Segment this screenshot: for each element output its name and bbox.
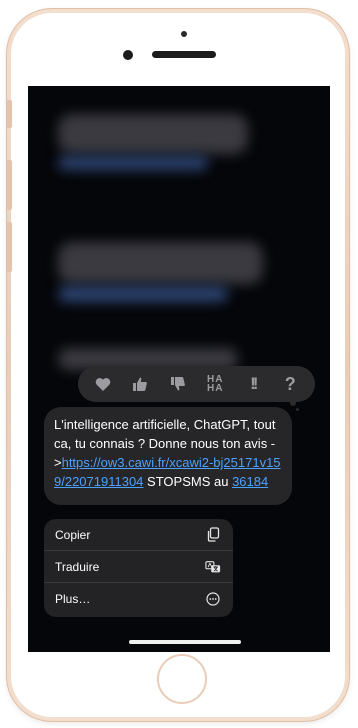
blurred-message [58, 156, 208, 170]
volume-up-button [7, 160, 12, 210]
message-text-stop: STOPSMS au [143, 474, 233, 489]
heart-icon[interactable] [90, 371, 116, 397]
menu-item-label: Traduire [55, 559, 100, 574]
menu-item-translate[interactable]: Traduire [44, 551, 233, 583]
blurred-message [58, 286, 228, 302]
menu-item-label: Plus… [55, 592, 91, 606]
home-indicator[interactable] [129, 640, 241, 644]
tapback-tail [290, 400, 296, 406]
sensor-dot [123, 50, 133, 60]
tapback-bar: HA HA !! ? [78, 366, 315, 402]
translate-icon [205, 559, 221, 575]
menu-item-label: Copier [55, 527, 91, 542]
menu-item-copy[interactable]: Copier [44, 519, 233, 551]
question-icon[interactable]: ? [277, 371, 303, 397]
exclamation-icon[interactable]: !! [240, 371, 266, 397]
front-camera [181, 31, 187, 37]
blurred-message [58, 242, 263, 284]
thumbs-up-icon[interactable] [127, 371, 153, 397]
context-menu: Copier Traduire Plus… [44, 519, 233, 617]
haha-icon[interactable]: HA HA [202, 371, 228, 397]
thumbs-down-icon[interactable] [165, 371, 191, 397]
message-bubble[interactable]: L'intelligence artificielle, ChatGPT, to… [44, 407, 292, 505]
mute-switch [7, 100, 12, 128]
tapback-tail [296, 408, 299, 411]
copy-icon [205, 527, 221, 543]
blurred-message [58, 114, 248, 154]
screen: HA HA !! ? L'intelligence artificielle, … [28, 86, 330, 652]
menu-item-more[interactable]: Plus… [44, 583, 233, 615]
earpiece-speaker [152, 51, 216, 58]
home-button[interactable] [157, 654, 207, 704]
volume-down-button [7, 222, 12, 272]
stop-number-link[interactable]: 36184 [232, 474, 268, 489]
more-icon [205, 591, 221, 607]
